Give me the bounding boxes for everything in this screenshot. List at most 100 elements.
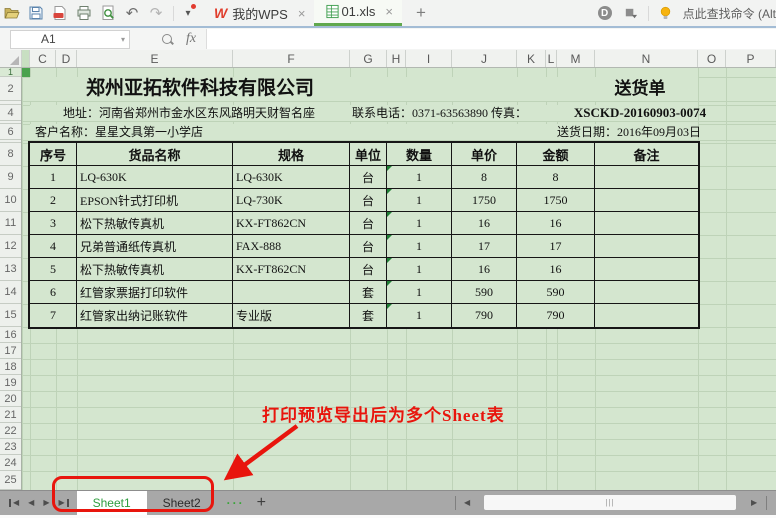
column-header-b[interactable] — [22, 50, 30, 67]
row-header-9[interactable]: 9 — [0, 166, 21, 189]
column-header-d[interactable]: D — [56, 50, 77, 67]
docer-icon[interactable]: D — [598, 6, 612, 20]
redo-icon[interactable]: ↷ — [144, 2, 168, 24]
cell-serial[interactable]: 5 — [30, 258, 77, 281]
cell-spec[interactable]: LQ-730K — [233, 189, 350, 212]
cell-remark[interactable] — [595, 258, 698, 281]
row-header-11[interactable]: 11 — [0, 212, 21, 235]
open-folder-icon[interactable] — [0, 2, 24, 24]
row-header-20[interactable]: 20 — [0, 391, 21, 407]
cell-product-name[interactable]: 红管家票据打印软件 — [77, 281, 233, 304]
cell-spec[interactable]: KX-FT862CN — [233, 258, 350, 281]
cell-unit[interactable]: 台 — [350, 166, 387, 189]
column-header-h[interactable]: H — [387, 50, 406, 67]
column-header-g[interactable]: G — [350, 50, 387, 67]
row-header-16[interactable]: 16 — [0, 327, 21, 343]
cell-product-name[interactable]: 红管家出纳记账软件 — [77, 304, 233, 327]
row-header-17[interactable]: 17 — [0, 343, 21, 359]
cell-amount[interactable]: 1750 — [517, 189, 595, 212]
cell-amount[interactable]: 17 — [517, 235, 595, 258]
previous-sheet-icon[interactable]: ◀ — [28, 499, 34, 507]
cell-unit[interactable]: 台 — [350, 212, 387, 235]
cell-qty[interactable]: 1 — [387, 281, 452, 304]
fx-icon[interactable]: fx — [186, 31, 196, 47]
column-header-e[interactable]: E — [77, 50, 233, 67]
cell-unit[interactable]: 台 — [350, 235, 387, 258]
tab-my-wps[interactable]: W 我的WPS × — [205, 0, 314, 26]
row-header-4[interactable]: 4 — [0, 105, 21, 121]
sheet-list-icon[interactable]: ··· — [227, 496, 245, 510]
customize-toolbar-icon[interactable]: ▾ — [179, 2, 197, 24]
form-title-cell[interactable]: 送货单 — [560, 77, 720, 101]
cell-serial[interactable]: 4 — [30, 235, 77, 258]
horizontal-scrollbar-thumb[interactable]: ||| — [484, 495, 736, 510]
cell-remark[interactable] — [595, 304, 698, 327]
address-cell[interactable]: 地址：河南省郑州市金水区东风路明天财智名座 — [63, 105, 315, 121]
cell-remark[interactable] — [595, 189, 698, 212]
header-spec[interactable]: 规格 — [233, 143, 350, 166]
row-header-23[interactable]: 23 — [0, 439, 21, 455]
column-header-m[interactable]: M — [557, 50, 595, 67]
cell-amount[interactable]: 16 — [517, 258, 595, 281]
print-icon[interactable] — [72, 2, 96, 24]
cell-unit[interactable]: 套 — [350, 304, 387, 327]
row-header-10[interactable]: 10 — [0, 189, 21, 212]
select-all-button[interactable] — [0, 50, 22, 67]
cell-remark[interactable] — [595, 166, 698, 189]
header-unit[interactable]: 单位 — [350, 143, 387, 166]
cell-qty[interactable]: 1 — [387, 304, 452, 327]
cell-amount[interactable]: 8 — [517, 166, 595, 189]
cell-unit-price[interactable]: 17 — [452, 235, 517, 258]
next-sheet-icon[interactable]: ▶ — [43, 499, 49, 507]
row-header-18[interactable]: 18 — [0, 359, 21, 375]
print-preview-icon[interactable] — [96, 2, 120, 24]
header-product-name[interactable]: 货品名称 — [77, 143, 233, 166]
cell-unit[interactable]: 台 — [350, 258, 387, 281]
find-command-hint[interactable]: 点此查找命令 (Alt — [683, 5, 776, 22]
formula-input[interactable] — [206, 29, 776, 49]
scroll-right-icon[interactable]: ▶ — [751, 499, 757, 507]
cell-product-name[interactable]: 兄弟普通纸传真机 — [77, 235, 233, 258]
cell-qty[interactable]: 1 — [387, 235, 452, 258]
row-header-1[interactable]: 1 — [0, 68, 21, 77]
cell-qty[interactable]: 1 — [387, 166, 452, 189]
row-header-14[interactable]: 14 — [0, 281, 21, 304]
cell-spec[interactable]: LQ-630K — [233, 166, 350, 189]
column-header-l[interactable]: L — [546, 50, 557, 67]
sheet-grid[interactable]: 12468910111213141516171819202122232425 郑… — [0, 68, 776, 490]
horizontal-scrollbar-track[interactable]: ||| — [478, 495, 746, 511]
cell-unit[interactable]: 台 — [350, 189, 387, 212]
add-sheet-button[interactable]: + — [257, 494, 266, 512]
cell-qty[interactable]: 1 — [387, 212, 452, 235]
tab-01-xls[interactable]: 01.xls × — [314, 0, 402, 26]
cell-amount[interactable]: 16 — [517, 212, 595, 235]
company-name-cell[interactable]: 郑州亚拓软件科技有限公司 — [30, 77, 370, 101]
cell-serial[interactable]: 2 — [30, 189, 77, 212]
row-header-13[interactable]: 13 — [0, 258, 21, 281]
cell-unit[interactable]: 套 — [350, 281, 387, 304]
cell-serial[interactable]: 3 — [30, 212, 77, 235]
customer-cell[interactable]: 客户名称：星星文具第一小学店 — [35, 124, 203, 140]
cell-unit-price[interactable]: 590 — [452, 281, 517, 304]
cell-remark[interactable] — [595, 281, 698, 304]
close-icon[interactable]: × — [385, 4, 393, 19]
column-header-n[interactable]: N — [595, 50, 698, 67]
row-header-25[interactable]: 25 — [0, 471, 21, 490]
column-header-c[interactable]: C — [30, 50, 56, 67]
scroll-left-icon[interactable]: ◀ — [464, 499, 470, 507]
cell-product-name[interactable]: 松下热敏传真机 — [77, 258, 233, 281]
row-header-8[interactable]: 8 — [0, 143, 21, 166]
cell-remark[interactable] — [595, 235, 698, 258]
row-header-6[interactable]: 6 — [0, 124, 21, 140]
header-qty[interactable]: 数量 — [387, 143, 452, 166]
name-box[interactable]: A1 ▾ — [10, 30, 130, 49]
column-header-o[interactable]: O — [698, 50, 726, 67]
column-header-k[interactable]: K — [517, 50, 546, 67]
cell-spec[interactable] — [233, 281, 350, 304]
row-header-24[interactable]: 24 — [0, 455, 21, 471]
cell-unit-price[interactable]: 790 — [452, 304, 517, 327]
first-sheet-icon[interactable]: ◀ — [9, 499, 19, 507]
cell-unit-price[interactable]: 1750 — [452, 189, 517, 212]
column-header-j[interactable]: J — [452, 50, 517, 67]
undo-icon[interactable]: ↶ — [120, 2, 144, 24]
